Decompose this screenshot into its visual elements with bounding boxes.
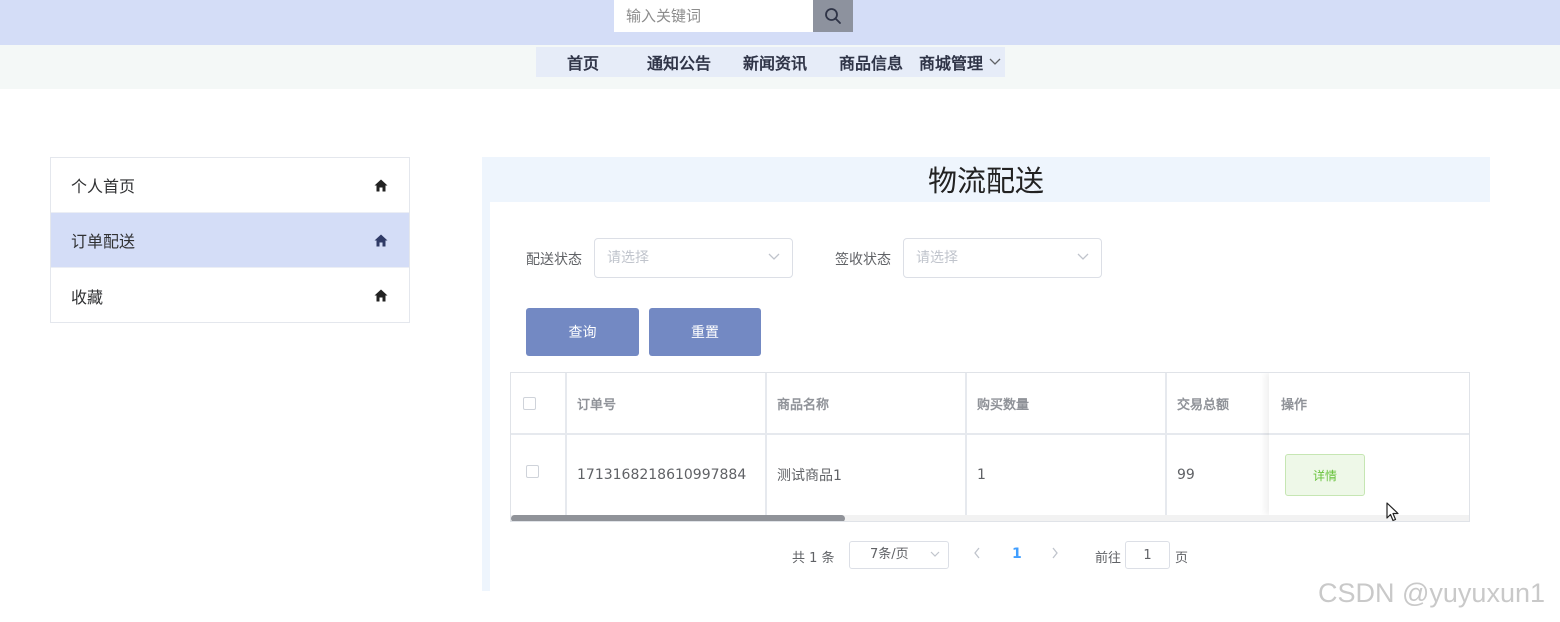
nav-item-label: 商城管理	[919, 54, 984, 73]
sign-status-label: 签收状态	[835, 252, 891, 268]
nav-item-news[interactable]: 新闻资讯	[743, 50, 807, 74]
scrollbar-thumb[interactable]	[511, 515, 845, 521]
table-cell-actions: 详情	[1271, 435, 1469, 515]
chevron-down-icon	[930, 551, 940, 557]
nav-item-products[interactable]: 商品信息	[839, 50, 903, 74]
watermark: CSDN @yuyuxun1	[1318, 578, 1545, 608]
table-header: 商品名称	[767, 373, 967, 433]
sidebar-item-favorites[interactable]: 收藏	[51, 268, 409, 323]
chevron-down-icon	[768, 253, 780, 260]
chevron-right-icon	[1052, 547, 1058, 559]
home-icon	[374, 289, 388, 302]
data-table: 订单号 商品名称 购买数量 交易总额 操作 171316821861099788…	[510, 372, 1470, 522]
delivery-status-label: 配送状态	[526, 252, 582, 268]
table-cell-total: 99	[1177, 467, 1195, 483]
page-size-select[interactable]: 7条/页	[849, 541, 949, 569]
table-header: 交易总额	[1177, 397, 1230, 413]
page-number-current[interactable]: 1	[1012, 546, 1022, 562]
delivery-status-select[interactable]: 请选择	[594, 238, 793, 278]
page-size-value: 7条/页	[870, 547, 909, 562]
sidebar-item-label: 个人首页	[71, 177, 136, 196]
table-header: 购买数量	[967, 373, 1167, 433]
chevron-down-icon	[989, 58, 1001, 65]
pagination-total: 共 1 条	[792, 551, 835, 566]
row-checkbox[interactable]	[526, 465, 539, 478]
mouse-cursor-icon	[1386, 502, 1399, 522]
next-page-button[interactable]	[1051, 547, 1059, 563]
table-header: 操作	[1281, 397, 1308, 413]
nav-bar: 首页 通知公告 新闻资讯 商品信息 商城管理	[0, 45, 1560, 89]
table-cell-product-name: 测试商品1	[767, 435, 967, 515]
nav-item-notices[interactable]: 通知公告	[647, 50, 711, 74]
sign-status-select[interactable]: 请选择	[903, 238, 1102, 278]
sidebar-item-label: 收藏	[71, 287, 104, 307]
table-cell-quantity: 1	[967, 435, 1167, 515]
table-header-select	[511, 373, 567, 433]
select-placeholder: 请选择	[607, 250, 649, 266]
sidebar-item-label: 订单配送	[71, 232, 136, 251]
home-icon	[374, 179, 388, 191]
table-cell-order-no: 1713168218610997884	[567, 435, 767, 515]
search-button[interactable]	[813, 0, 853, 32]
sidebar-item-order-delivery[interactable]: 订单配送	[51, 213, 409, 268]
page-suffix: 页	[1175, 551, 1189, 566]
chevron-left-icon	[974, 547, 980, 559]
nav-item-home[interactable]: 首页	[567, 50, 599, 74]
detail-button[interactable]: 详情	[1285, 454, 1365, 496]
search-input[interactable]	[614, 0, 813, 32]
table-header: 订单号	[567, 373, 767, 433]
query-button[interactable]: 查询	[526, 308, 639, 356]
select-placeholder: 请选择	[916, 250, 958, 266]
chevron-down-icon	[1077, 253, 1089, 260]
select-all-checkbox[interactable]	[523, 396, 536, 410]
table-row-select	[511, 435, 567, 515]
reset-button[interactable]: 重置	[649, 308, 761, 356]
sidebar: 个人首页 订单配送 收藏	[50, 157, 410, 323]
search-icon	[825, 8, 841, 24]
top-bar	[0, 0, 1560, 45]
sidebar-item-personal-home[interactable]: 个人首页	[51, 158, 409, 213]
main-nav: 首页 通知公告 新闻资讯 商品信息 商城管理	[536, 47, 1005, 77]
goto-label: 前往	[1095, 551, 1122, 566]
prev-page-button[interactable]	[973, 547, 981, 563]
page-title: 物流配送	[927, 164, 1044, 198]
nav-item-mall-management[interactable]: 商城管理	[919, 50, 1001, 74]
goto-page-input[interactable]	[1125, 541, 1170, 569]
home-icon	[374, 234, 388, 246]
